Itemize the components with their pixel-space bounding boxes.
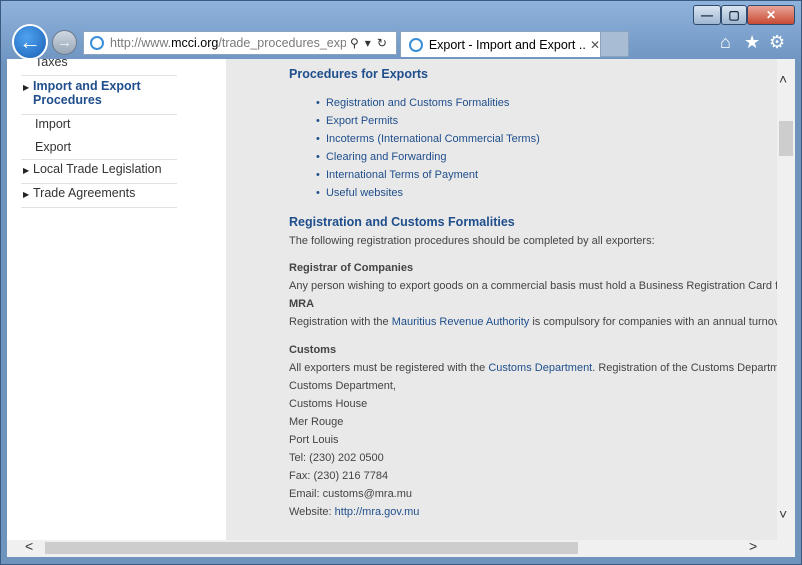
main-content: Procedures for Exports • Registration an… [226, 59, 777, 540]
website-link[interactable]: http://mra.gov.mu [335, 506, 420, 518]
phone-line: Tel: (230) 202 0500 [289, 452, 384, 464]
customs-heading: Customs [289, 344, 337, 356]
sidebar-item-taxes[interactable]: Taxes [35, 59, 191, 69]
browser-window: — ▢ ✕ ← → http://www.mcci.org/trade_proc… [0, 0, 802, 565]
scroll-left-icon[interactable]: ˂ [25, 538, 33, 554]
vertical-scroll-thumb[interactable] [779, 121, 793, 156]
triangle-right-icon: ▶ [23, 83, 30, 92]
customs-department-link[interactable]: Customs Department [488, 362, 592, 374]
sidebar-divider [21, 207, 177, 208]
procedures-heading: Procedures for Exports [289, 67, 428, 81]
site-favicon-icon [90, 36, 104, 50]
sidebar-item-import-export-procedures[interactable]: Import and Export Procedures [33, 79, 173, 107]
fax-line: Fax: (230) 216 7784 [289, 470, 389, 482]
sidebar-item-export[interactable]: Export [35, 140, 191, 154]
maximize-button[interactable]: ▢ [721, 5, 747, 25]
address-line: Port Louis [289, 434, 339, 446]
refresh-icon[interactable]: ↻ [377, 36, 387, 50]
triangle-right-icon: ▶ [23, 190, 30, 199]
registrar-heading: Registrar of Companies [289, 262, 414, 274]
procedure-link[interactable]: Incoterms (International Commercial Term… [326, 133, 540, 145]
procedure-link[interactable]: Clearing and Forwarding [326, 151, 446, 163]
search-icon[interactable]: ⚲ [350, 36, 359, 50]
back-arrow-icon[interactable]: ← [12, 24, 48, 60]
registration-intro: The following registration procedures sh… [289, 235, 655, 247]
triangle-right-icon: ▶ [23, 166, 30, 175]
home-icon[interactable]: ⌂ [720, 32, 731, 52]
email-line: Email: customs@mra.mu [289, 488, 413, 500]
list-item: • International Terms of Payment [316, 169, 479, 181]
customs-text: All exporters must be registered with th… [289, 362, 777, 374]
new-tab-button[interactable] [601, 31, 629, 57]
dropdown-arrow-icon[interactable]: ▾ [365, 36, 371, 50]
mra-heading: MRA [289, 298, 315, 310]
scroll-right-icon[interactable]: ˃ [749, 538, 757, 554]
address-bar[interactable]: http://www.mcci.org/trade_procedures_exp… [83, 31, 397, 55]
gear-icon[interactable]: ⚙ [769, 32, 785, 52]
registration-heading: Registration and Customs Formalities [289, 215, 515, 229]
scroll-up-icon[interactable]: ˄ [779, 71, 787, 87]
sidebar-item-import[interactable]: Import [35, 117, 191, 131]
mra-link[interactable]: Mauritius Revenue Authority [392, 316, 530, 328]
procedure-link[interactable]: International Terms of Payment [326, 169, 478, 181]
procedure-link[interactable]: Export Permits [326, 115, 398, 127]
star-icon[interactable]: ★ [744, 32, 760, 52]
tab-favicon-icon [409, 37, 423, 52]
sidebar: Taxes ▶ Import and Export Procedures Imp… [7, 59, 226, 540]
registrar-text: Any person wishing to export goods on a … [289, 280, 777, 292]
scroll-down-icon[interactable]: ˅ [779, 506, 787, 522]
address-line: Customs House [289, 398, 368, 410]
url-text: http://www.mcci.org/trade_procedures_exp… [110, 36, 346, 50]
procedure-link[interactable]: Useful websites [326, 187, 403, 199]
sidebar-item-local-trade-legislation[interactable]: Local Trade Legislation [33, 162, 189, 176]
sidebar-item-trade-agreements[interactable]: Trade Agreements [33, 186, 189, 200]
list-item: • Incoterms (International Commercial Te… [316, 133, 540, 145]
close-button[interactable]: ✕ [747, 5, 795, 25]
sidebar-divider [21, 75, 177, 76]
sidebar-divider [21, 159, 177, 160]
sidebar-divider [21, 114, 177, 115]
horizontal-scroll-thumb[interactable] [45, 542, 578, 554]
page-viewport: Taxes ▶ Import and Export Procedures Imp… [7, 59, 777, 540]
list-item: • Useful websites [316, 187, 404, 199]
procedure-link[interactable]: Registration and Customs Formalities [326, 97, 509, 109]
website-line: Website: http://mra.gov.mu [289, 506, 420, 518]
forward-arrow-icon[interactable]: → [52, 30, 77, 55]
tab-active[interactable]: Export - Import and Export ... ✕ [400, 31, 601, 57]
list-item: • Clearing and Forwarding [316, 151, 447, 163]
mra-text: Registration with the Mauritius Revenue … [289, 316, 777, 328]
address-line: Customs Department, [289, 380, 396, 392]
list-item: • Export Permits [316, 115, 399, 127]
tab-close-icon[interactable]: ✕ [590, 38, 600, 52]
address-line: Mer Rouge [289, 416, 344, 428]
sidebar-divider [21, 183, 177, 184]
tab-title: Export - Import and Export ... [428, 37, 586, 52]
minimize-button[interactable]: — [693, 5, 721, 25]
list-item: • Registration and Customs Formalities [316, 97, 510, 109]
